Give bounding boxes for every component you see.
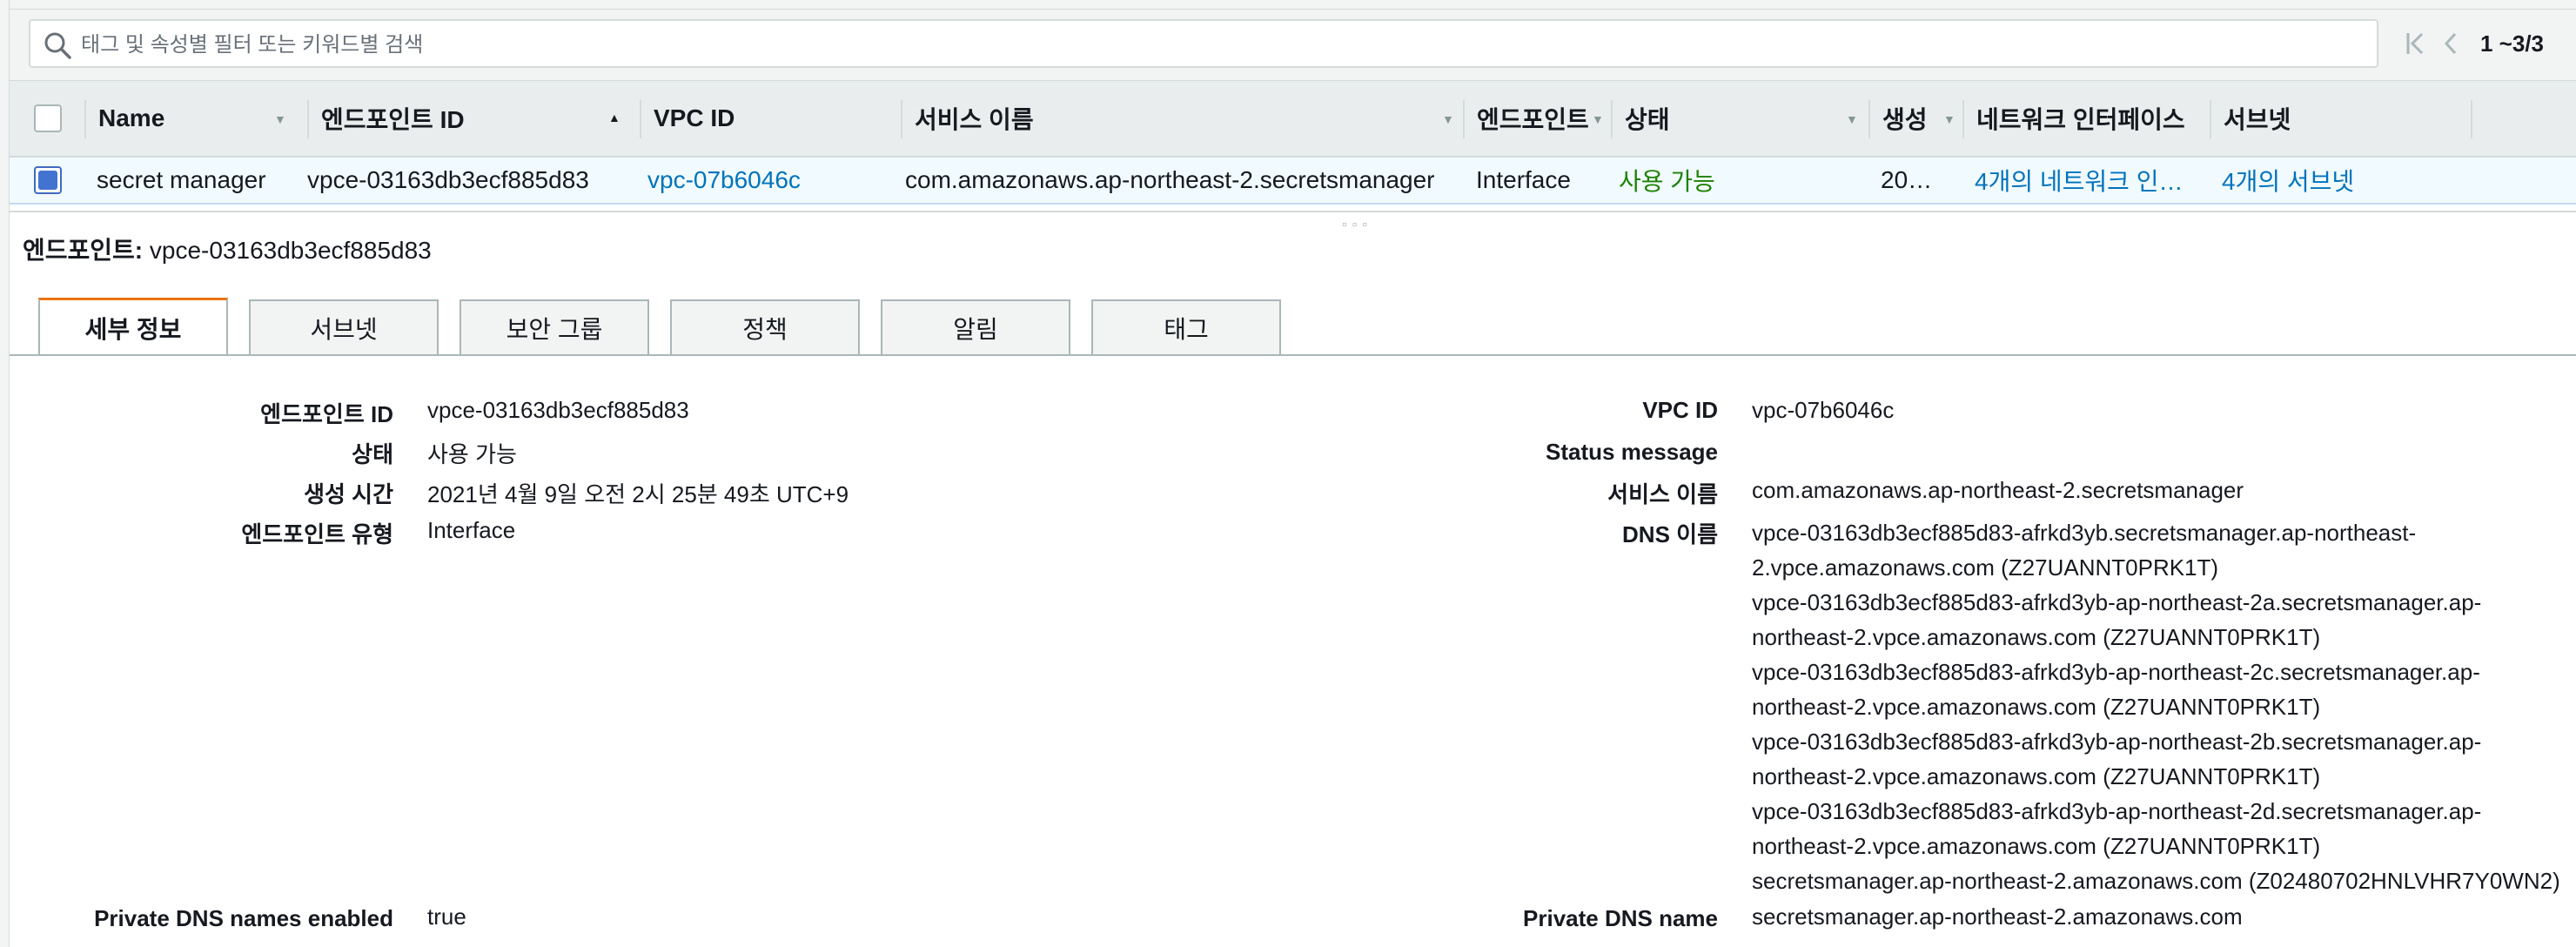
column-label: 엔드포인트 ID [321,106,465,133]
column-label: 서비스 이름 [915,106,1034,133]
dns-name-entry: vpce-03163db3ecf885d83-afrkd3yb-ap-north… [1752,729,2482,789]
dns-name-entry: vpce-03163db3ecf885d83-afrkd3yb-ap-north… [1752,798,2482,859]
select-all-cell [10,81,86,156]
tab-subnets[interactable]: 서브넷 [249,299,439,355]
table-row[interactable]: secret manager vpce-03163db3ecf885d83 vp… [10,158,2576,205]
detail-heading-value: vpce-03163db3ecf885d83 [149,237,432,264]
column-label: Name [98,104,165,131]
detail-heading-label: 엔드포인트: [23,237,144,264]
tab-notifications[interactable]: 알림 [881,299,1070,355]
column-header-name[interactable]: Name ▼ [86,81,309,156]
sort-caret-icon: ▼ [274,112,286,126]
sort-ascending-icon: ▲ [608,111,621,124]
dns-name-entry: secretsmanager.ap-northeast-2.amazonaws.… [1752,868,2560,894]
service-name-value: com.amazonaws.ap-northeast-2.secretsmana… [1752,477,2244,503]
dns-names-list: vpce-03163db3ecf885d83-afrkd3yb.secretsm… [1752,515,2570,898]
left-gutter [0,0,10,947]
cell-endpoint-id: vpce-03163db3ecf885d83 [307,166,589,193]
pagination: 1 ~3/3 [2398,26,2544,61]
column-label: 네트워크 인터페이스 [1976,106,2185,133]
column-header-status[interactable]: 상태 ▼ [1613,81,1870,156]
tab-details[interactable]: 세부 정보 [38,298,228,355]
status-value: 사용 가능 [427,441,517,467]
dns-names-label: DNS 이름 [1622,521,1718,547]
filter-bar: 1 ~3/3 [10,0,2576,81]
cell-status: 사용 가능 [1619,168,1715,195]
column-header-endpoint-id[interactable]: 엔드포인트 ID ▲ [309,81,641,156]
private-dns-name-label: Private DNS name [1523,905,1718,931]
endpoint-id-value: vpce-03163db3ecf885d83 [427,397,689,423]
detail-heading: 엔드포인트: vpce-03163db3ecf885d83 [23,232,432,266]
column-label: 엔드포인트 [1477,106,1589,133]
page-count: 1 ~3/3 [2480,30,2545,57]
sort-caret-icon: ▼ [1442,112,1454,126]
previous-page-icon[interactable] [2433,26,2468,61]
column-header-vpc-id[interactable]: VPC ID [641,81,902,156]
network-interfaces-link[interactable]: 4개의 네트워크 인… [1975,158,2208,203]
status-message-label: Status message [1546,439,1718,465]
column-label: 생성 [1882,106,1928,133]
tab-tags[interactable]: 태그 [1091,299,1281,355]
search-icon [44,32,71,59]
detail-vpc-link[interactable]: vpc-07b6046c [1752,397,1894,424]
sort-caret-icon: ▼ [1592,112,1604,126]
row-select-cell [10,158,86,203]
created-value: 2021년 4월 9일 오전 2시 25분 49초 UTC+9 [427,481,849,507]
cell-name: secret manager [97,166,266,193]
cell-service-name: com.amazonaws.ap-northeast-2.secretsmana… [905,166,1435,193]
cell-endpoint-type: Interface [1476,166,1571,193]
tabs-divider [10,354,2576,356]
endpoint-type-label: 엔드포인트 유형 [241,521,393,547]
endpoint-id-label: 엔드포인트 ID [260,401,393,427]
sort-caret-icon: ▼ [1846,112,1858,126]
status-label: 상태 [352,441,393,467]
tab-policy[interactable]: 정책 [670,299,860,355]
vpc-link[interactable]: vpc-07b6046c [647,158,900,203]
dns-name-entry: vpce-03163db3ecf885d83-afrkd3yb.secretsm… [1752,520,2417,581]
row-checkbox[interactable] [34,166,62,194]
select-all-checkbox[interactable] [34,104,62,132]
column-header-endpoint-type[interactable]: 엔드포인트 ▼ [1465,81,1613,156]
private-dns-enabled-value: true [427,903,466,930]
service-name-label: 서비스 이름 [1607,481,1718,507]
search-box[interactable] [29,19,2378,68]
vpc-id-label: VPC ID [1642,397,1718,423]
created-label: 생성 시간 [304,481,393,507]
cell-created: 20… [1881,166,1933,193]
panel-splitter[interactable] [10,211,2576,212]
endpoint-type-value: Interface [427,517,516,543]
private-dns-name-value: secretsmanager.ap-northeast-2.amazonaws.… [1752,903,2243,930]
first-page-icon[interactable] [2398,26,2433,61]
column-header-network-interfaces[interactable]: 네트워크 인터페이스 [1964,81,2211,156]
column-label: VPC ID [654,104,735,131]
column-header-subnets[interactable]: 서브넷 [2211,81,2472,156]
divider [10,9,2576,10]
column-label: 서브넷 [2224,106,2291,133]
search-input[interactable] [79,28,2345,63]
tab-security-groups[interactable]: 보안 그룹 [460,299,649,355]
private-dns-enabled-label: Private DNS names enabled [94,905,393,931]
table-header: Name ▼ 엔드포인트 ID ▲ VPC ID 서비스 이름 ▼ 엔드포인트 … [10,81,2576,158]
drag-handle-icon[interactable]: ▫▫▫ [1342,218,1372,233]
column-label: 상태 [1625,106,1670,133]
sort-caret-icon: ▼ [1943,112,1955,126]
dns-name-entry: vpce-03163db3ecf885d83-afrkd3yb-ap-north… [1752,659,2480,720]
subnets-link[interactable]: 4개의 서브넷 [2222,158,2465,203]
column-header-created[interactable]: 생성 ▼ [1870,81,1964,156]
column-header-service-name[interactable]: 서비스 이름 ▼ [902,81,1465,156]
dns-name-entry: vpce-03163db3ecf885d83-afrkd3yb-ap-north… [1752,589,2482,650]
